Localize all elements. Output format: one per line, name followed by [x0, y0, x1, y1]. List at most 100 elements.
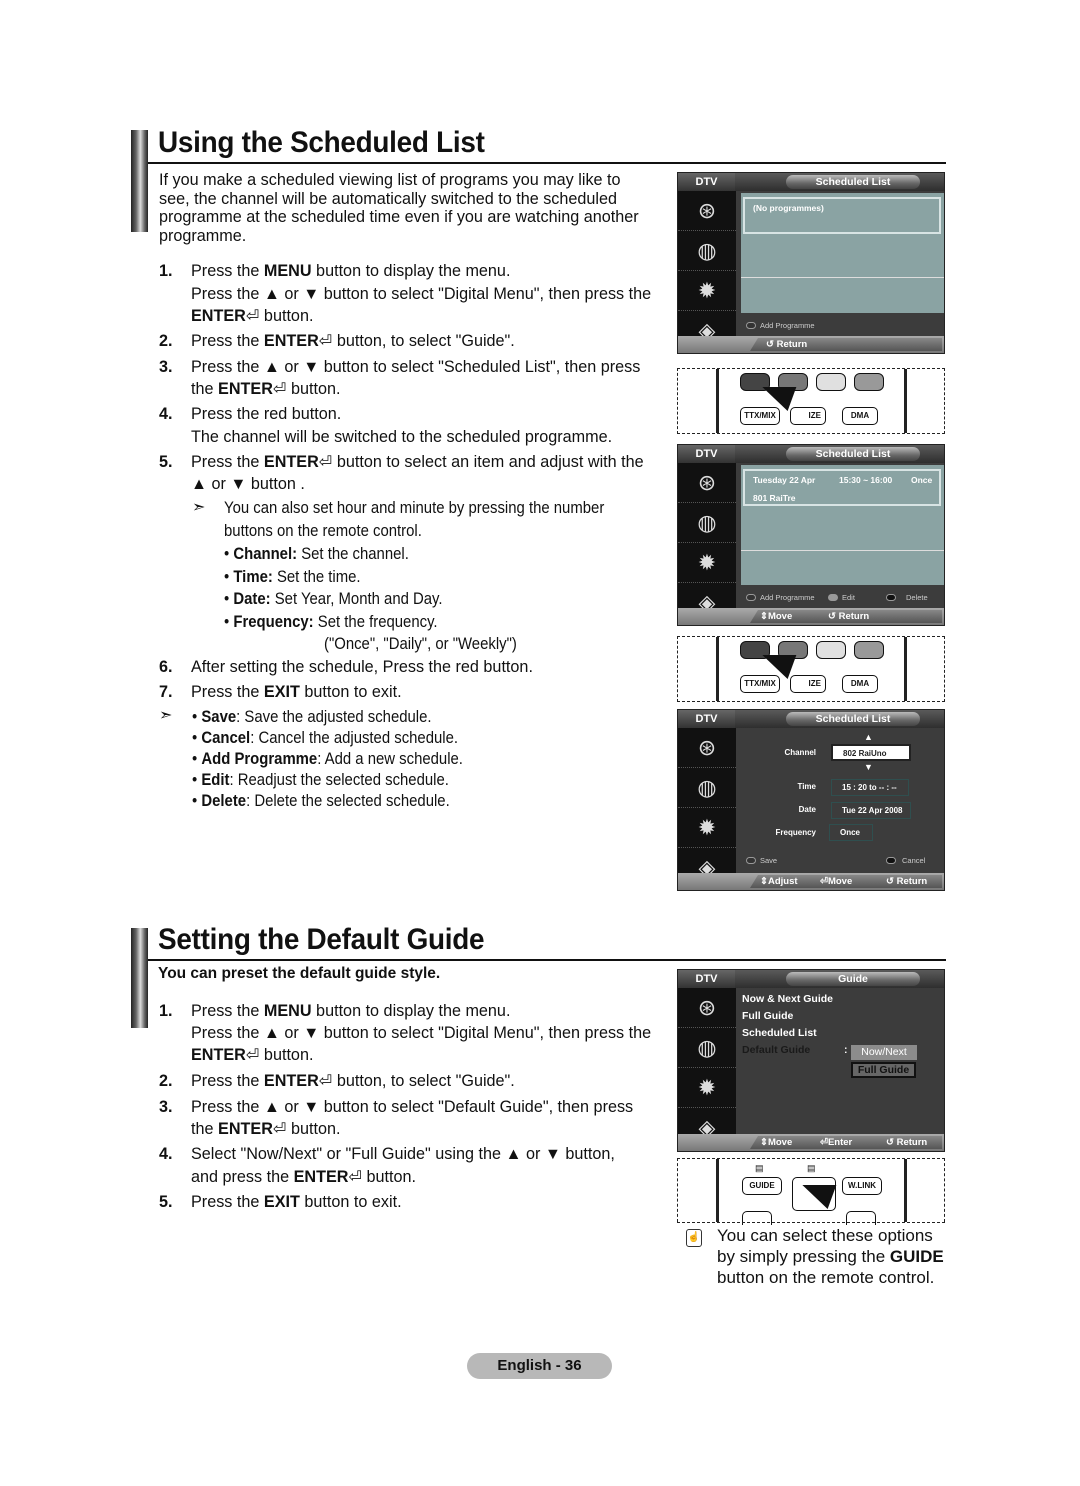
- size-button[interactable]: IZE: [790, 407, 826, 425]
- picture-icon: ◍: [678, 768, 736, 808]
- section-marker-bar: [131, 928, 148, 1028]
- step-number: 1.: [159, 1002, 173, 1020]
- osd-sidebar: ⊛ ◍ ✹ ◈: [678, 728, 736, 888]
- programme-list-item[interactable]: (No programmes): [743, 197, 941, 234]
- bullet-item: • Date: Set Year, Month and Day.: [224, 590, 443, 608]
- yellow-button[interactable]: [816, 373, 846, 391]
- step-text: Press the MENU button to display the men…: [191, 1002, 511, 1020]
- setup-gear-icon: ✹: [678, 543, 736, 583]
- yellow-button[interactable]: [816, 641, 846, 659]
- intro-line: programme.: [159, 226, 247, 245]
- antenna-icon: ⊛: [678, 988, 736, 1028]
- osd-title: Scheduled List: [786, 175, 920, 189]
- dma-button[interactable]: DMA: [842, 675, 878, 693]
- step-number: 4.: [159, 405, 173, 423]
- intro-line: If you make a scheduled viewing list of …: [159, 171, 621, 189]
- step-text: Press the ▲ or ▼ button to select "Defau…: [191, 1098, 634, 1116]
- bullet-item: • Edit: Readjust the selected schedule.: [192, 771, 449, 789]
- step-text: Press the ▲ or ▼ button to select "Digit…: [191, 285, 652, 303]
- antenna-icon: ⊛: [678, 191, 736, 231]
- legend-save-label: Save: [760, 856, 778, 865]
- enter-hint: ⏎Enter: [820, 1137, 853, 1148]
- bullet-item: • Time: Set the time.: [224, 567, 361, 586]
- up-arrow-icon: ▲: [864, 732, 873, 742]
- pointer-hand-icon: [753, 655, 797, 679]
- osd-footer: ↺ Return: [678, 336, 944, 353]
- blue-key-icon: [886, 594, 896, 601]
- colon-separator: :: [844, 1044, 848, 1056]
- remote-edge: [904, 1159, 907, 1222]
- option-now-next[interactable]: Now/Next: [851, 1045, 917, 1060]
- step-number: 2.: [159, 332, 173, 350]
- step-text: Press the ▲ or ▼ button to select "Sched…: [191, 358, 641, 376]
- osd-title: Guide: [786, 972, 920, 986]
- osd-source-label: DTV: [678, 970, 735, 988]
- picture-icon: ◍: [678, 503, 736, 543]
- date-field[interactable]: Tue 22 Apr 2008: [831, 802, 911, 819]
- frequency-field[interactable]: Once: [829, 824, 873, 841]
- legend-delete-label: Delete: [906, 593, 928, 602]
- antenna-icon: ⊛: [678, 463, 736, 503]
- guide-menu-item[interactable]: Full Guide: [742, 1010, 793, 1022]
- intro-line: see, the channel will be automatically s…: [159, 189, 618, 208]
- step-text: Press the ▲ or ▼ button to select "Digit…: [191, 1024, 652, 1042]
- down-arrow-icon: ▼: [864, 762, 873, 772]
- bullet-item: • Save: Save the adjusted schedule.: [192, 708, 432, 726]
- note-text: You can also set hour and minute by pres…: [224, 499, 605, 517]
- tip-line: You can select these options: [717, 1226, 933, 1245]
- step-number: 3.: [159, 358, 173, 376]
- red-key-icon: [746, 857, 756, 864]
- intro-line: programme at the scheduled time even if …: [159, 208, 639, 226]
- channel-field[interactable]: 802 RaiUno: [831, 744, 911, 761]
- step-text: ▲ or ▼ button .: [191, 475, 305, 493]
- programme-list-item[interactable]: Tuesday 22 Apr 15:30 ~ 16:00 Once 801 Ra…: [743, 469, 941, 506]
- list-divider: [741, 277, 944, 278]
- legend-add-programme: Add Programme: [746, 321, 815, 330]
- option-full-guide[interactable]: Full Guide: [851, 1062, 916, 1078]
- bullet-item: • Cancel: Cancel the adjusted schedule.: [192, 729, 459, 747]
- return-hint: ↺ Return: [828, 611, 870, 622]
- return-hint: ↺ Return: [886, 876, 928, 887]
- section-divider: [148, 162, 946, 164]
- antenna-icon: ⊛: [678, 728, 736, 768]
- tv-osd-schedule-edit: DTV Scheduled List ⊛ ◍ ✹ ◈ ▲ Channel 802…: [677, 709, 945, 891]
- blue-button[interactable]: [854, 641, 884, 659]
- blue-button[interactable]: [854, 373, 884, 391]
- guide-mini-icon: ▤: [755, 1163, 764, 1173]
- wlink-button[interactable]: W.LINK: [842, 1177, 882, 1195]
- step-text: The channel will be switched to the sche…: [191, 428, 613, 446]
- remote-control-color-buttons: TTX/MIX IZE DMA: [677, 636, 945, 702]
- note-arrow-icon: ➣: [159, 707, 173, 724]
- legend-cancel-label: Cancel: [902, 856, 926, 865]
- step-text: Press the ENTER⏎ button, to select "Guid…: [191, 1072, 515, 1090]
- step-text: Press the EXIT button to exit.: [191, 1193, 402, 1211]
- step-text: Select "Now/Next" or "Full Guide" using …: [191, 1145, 615, 1163]
- section-marker-bar: [131, 130, 148, 232]
- time-field[interactable]: 15 : 20 to -- : --: [831, 779, 909, 796]
- setup-gear-icon: ✹: [678, 271, 736, 311]
- section-subtitle: You can preset the default guide style.: [158, 965, 441, 982]
- remote-edge: [716, 637, 719, 701]
- size-button[interactable]: IZE: [790, 675, 826, 693]
- osd-title: Scheduled List: [786, 712, 920, 726]
- default-guide-label[interactable]: Default Guide: [742, 1044, 810, 1056]
- osd-source-label: DTV: [678, 710, 735, 728]
- green-key-icon: [828, 594, 838, 601]
- section-divider: [148, 959, 946, 961]
- step-number: 7.: [159, 683, 173, 701]
- osd-sidebar: ⊛ ◍ ✹ ◈: [678, 191, 736, 351]
- guide-button[interactable]: GUIDE: [742, 1177, 782, 1195]
- osd-source-label: DTV: [678, 445, 735, 463]
- guide-menu-item[interactable]: Now & Next Guide: [742, 993, 833, 1005]
- menu-mini-icon: ▤: [807, 1163, 816, 1173]
- tv-osd-scheduled-list-empty: DTV Scheduled List ⊛ ◍ ✹ ◈ (No programme…: [677, 172, 945, 354]
- setup-gear-icon: ✹: [678, 1068, 736, 1108]
- setup-gear-icon: ✹: [678, 808, 736, 848]
- tip-line: button on the remote control.: [717, 1268, 935, 1287]
- pointer-hand-icon: [753, 387, 797, 411]
- osd-sidebar: ⊛ ◍ ✹ ◈: [678, 463, 736, 623]
- adjust-hint: ⇕Adjust: [760, 876, 798, 887]
- section-title-default-guide: Setting the Default Guide: [158, 923, 485, 956]
- guide-menu-item[interactable]: Scheduled List: [742, 1027, 817, 1039]
- dma-button[interactable]: DMA: [842, 407, 878, 425]
